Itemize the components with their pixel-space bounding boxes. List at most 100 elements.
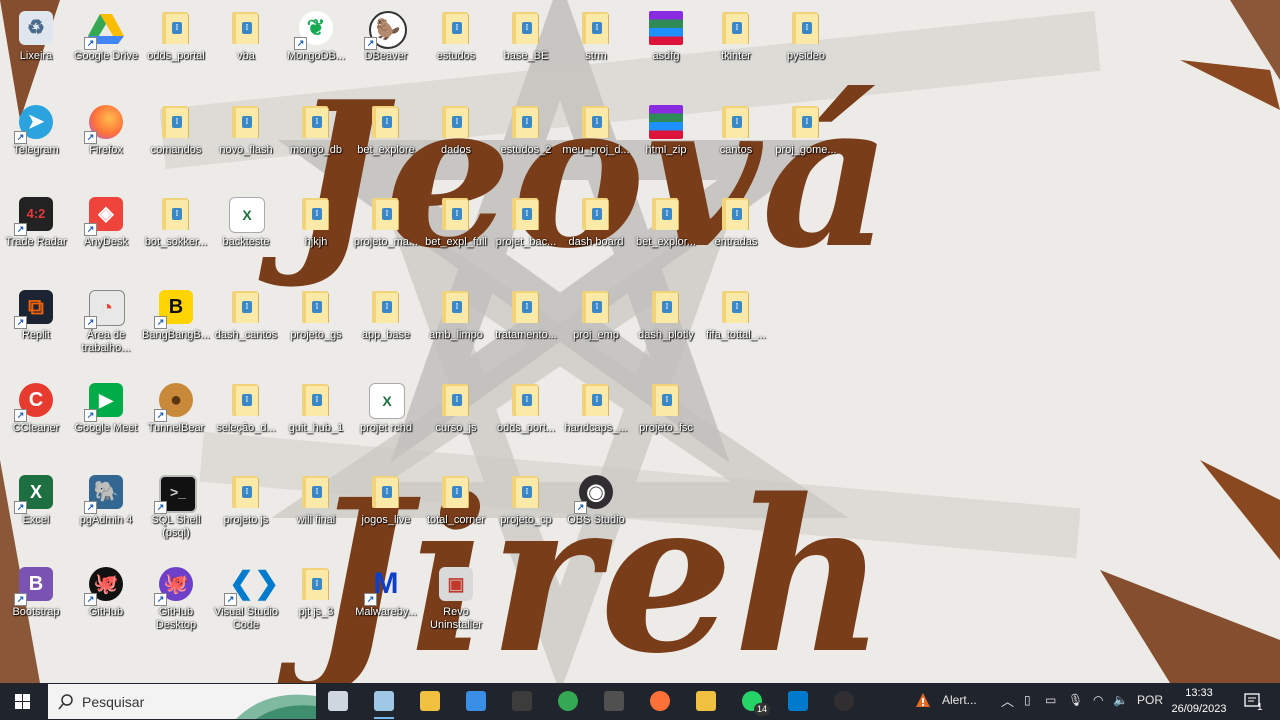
desktop-icon[interactable]: ⁞ vba — [210, 4, 282, 94]
desktop-icon[interactable]: ⁞ projet_bac... — [490, 190, 562, 280]
desktop-icon[interactable]: ⁞ dash board — [560, 190, 632, 280]
desktop-icon[interactable]: ⁞ bet_expl_full — [420, 190, 492, 280]
alert-label[interactable]: Alert... — [942, 693, 977, 707]
alert-icon[interactable] — [915, 692, 931, 711]
taskbar-app-mail[interactable] — [458, 683, 494, 720]
desktop-icon[interactable]: ◉ ↗ OBS Studio — [560, 468, 632, 558]
desktop-icon[interactable]: 🐙 ↗ GitHub — [70, 560, 142, 650]
desktop-icon[interactable]: B ↗ BangBangB... — [140, 283, 212, 373]
show-hidden-icons-icon[interactable]: ︿ — [1001, 691, 1014, 710]
desktop-icon[interactable]: 🐙 ↗ GitHub Desktop — [140, 560, 212, 650]
desktop-icon[interactable]: ⁞ comandos — [140, 98, 212, 188]
desktop-icon[interactable]: ➤ ↗ Telegram — [0, 98, 72, 188]
desktop-icon[interactable]: ⁞ app_base — [350, 283, 422, 373]
desktop-icon[interactable]: ⁞ amb_limpo — [420, 283, 492, 373]
desktop-icon[interactable]: 🐘 ↗ pgAdmin 4 — [70, 468, 142, 558]
taskbar-app-file-explorer[interactable] — [412, 683, 448, 720]
desktop-icon[interactable]: ⁞ curso_js — [420, 376, 492, 466]
desktop-icon[interactable]: ⁞ novo_flash — [210, 98, 282, 188]
desktop-icon[interactable]: ⁞ bot_sokker... — [140, 190, 212, 280]
desktop-icon[interactable]: ⁞ hjkjh — [280, 190, 352, 280]
search-box[interactable]: Pesquisar — [48, 684, 316, 719]
notification-center-button[interactable]: 1 — [1238, 683, 1268, 720]
desktop-icon[interactable]: B ↗ Bootstrap — [0, 560, 72, 650]
desktop-icon[interactable]: ⁞ projeto js — [210, 468, 282, 558]
desktop-icon[interactable]: ▶ ↗ Google Meet — [70, 376, 142, 466]
desktop-icon[interactable]: ⁞ dash_plotly — [630, 283, 702, 373]
desktop-icon[interactable]: ⁞ bet_explor... — [630, 190, 702, 280]
taskbar-app-terminal-2[interactable] — [596, 683, 632, 720]
desktop-icon[interactable]: ↗ Google Drive — [70, 4, 142, 94]
desktop-icon[interactable]: X ↗ Excel — [0, 468, 72, 558]
taskbar-app-obs[interactable] — [826, 683, 862, 720]
desktop-icon[interactable]: ⁞ handcaps_... — [560, 376, 632, 466]
desktop-icon[interactable]: ⁞ pjt js_3 — [280, 560, 352, 650]
taskbar-app-notepad[interactable] — [366, 683, 402, 720]
desktop-icon[interactable]: ⁞ meu_proj_d... — [560, 98, 632, 188]
microphone-icon[interactable]: 🎙 — [1068, 693, 1083, 707]
excel-file-icon: X — [226, 194, 266, 234]
desktop-icon[interactable]: ◈ ↗ AnyDesk — [70, 190, 142, 280]
desktop-icon[interactable]: ⁞ projeto_cp — [490, 468, 562, 558]
desktop-icon[interactable]: ⁞ tkinter — [700, 4, 772, 94]
desktop-icon[interactable]: ⁞ proj_gome... — [770, 98, 842, 188]
desktop-icon[interactable]: ⁞ projeto_gs — [280, 283, 352, 373]
desktop-icon[interactable]: ⁞ total_corner — [420, 468, 492, 558]
desktop-icon-label: estudos_2 — [500, 144, 552, 156]
desktop-icon[interactable]: ⁞ strm — [560, 4, 632, 94]
desktop-icon[interactable]: ◔ ↗ Área de trabalho... — [70, 283, 142, 373]
clock[interactable]: 13:33 26/09/2023 — [1164, 685, 1234, 717]
desktop-icon[interactable]: ↗ Firefox — [70, 98, 142, 188]
desktop-icon[interactable]: ❮❯ ↗ Visual Studio Code — [210, 560, 282, 650]
desktop-icon[interactable]: C ↗ CCleaner — [0, 376, 72, 466]
desktop-icon[interactable]: ⁞ dash_cantos — [210, 283, 282, 373]
desktop-icon[interactable]: ⁞ mongo_db — [280, 98, 352, 188]
desktop-icon[interactable]: ⁞ base_BE — [490, 4, 562, 94]
taskbar-app-terminal[interactable] — [504, 683, 540, 720]
desktop-icon[interactable]: ⁞ will final — [280, 468, 352, 558]
desktop-icon[interactable]: ⁞ seleção_d... — [210, 376, 282, 466]
taskbar-app-whatsapp[interactable]: 14 — [734, 683, 771, 720]
desktop-icon[interactable]: ⁞ entradas — [700, 190, 772, 280]
desktop-icon[interactable]: 4:2 ↗ Trade Radar — [0, 190, 72, 280]
desktop-icon[interactable]: M ↗ Malwareby... — [350, 560, 422, 650]
desktop-icon[interactable]: ⁞ bet_explore — [350, 98, 422, 188]
taskbar-app-chrome[interactable] — [550, 683, 586, 720]
taskbar-app-vscode[interactable] — [780, 683, 816, 720]
desktop-icon-label: mongo_db — [290, 144, 342, 156]
desktop-icon[interactable]: Xbackteste — [210, 190, 282, 280]
desktop-icon[interactable]: ⁞ estudos_2 — [490, 98, 562, 188]
desktop-icon[interactable]: ⁞ estudos — [420, 4, 492, 94]
desktop-icon[interactable]: ● ↗ TunnelBear — [140, 376, 212, 466]
desktop-icon[interactable]: ⁞ odds_port... — [490, 376, 562, 466]
desktop-icon[interactable]: ⧉ ↗ Replit — [0, 283, 72, 373]
desktop-icon[interactable]: ⁞ jogos_live — [350, 468, 422, 558]
start-button[interactable] — [0, 683, 44, 720]
desktop-icon[interactable]: ⁞ guit_hub_1 — [280, 376, 352, 466]
desktop-icon[interactable]: ⁞ dados — [420, 98, 492, 188]
taskbar-app-firefox[interactable] — [642, 683, 678, 720]
device-icon[interactable]: ▯ — [1024, 693, 1031, 707]
desktop-icon[interactable]: ❦ ↗ MongoDB... — [280, 4, 352, 94]
taskbar-app-task-view[interactable] — [320, 683, 356, 720]
desktop-icon[interactable]: 🦫 ↗ DBeaver — [350, 4, 422, 94]
desktop-icon[interactable]: ▣ Revo Uninstaller — [420, 560, 492, 650]
desktop-icon[interactable]: ⁞ projeto_fsc — [630, 376, 702, 466]
desktop-icon[interactable]: ♻ Lixeira — [0, 4, 72, 94]
desktop-icon[interactable]: ⁞ pysideo — [770, 4, 842, 94]
desktop-icon[interactable]: Xprojet rchd — [350, 376, 422, 466]
volume-icon[interactable]: 🔈 — [1113, 693, 1128, 707]
desktop-icon[interactable]: html_zip — [630, 98, 702, 188]
desktop-icon[interactable]: >_ ↗ SQL Shell (psql) — [140, 468, 212, 558]
taskbar-app-python-file[interactable] — [688, 683, 724, 720]
wifi-icon[interactable]: ◠ — [1093, 693, 1103, 707]
desktop-icon[interactable]: ⁞ proj_emp — [560, 283, 632, 373]
desktop-icon[interactable]: ⁞ projeto_ma... — [350, 190, 422, 280]
desktop-icon[interactable]: ⁞ fifa_tottal_... — [700, 283, 772, 373]
language-indicator[interactable]: POR — [1137, 693, 1163, 707]
battery-icon[interactable]: ▭ — [1045, 693, 1056, 707]
desktop-icon[interactable]: ⁞ tratamento... — [490, 283, 562, 373]
desktop-icon[interactable]: ⁞ odds_portal — [140, 4, 212, 94]
desktop-icon[interactable]: asdfg — [630, 4, 702, 94]
desktop-icon[interactable]: ⁞ cantos — [700, 98, 772, 188]
